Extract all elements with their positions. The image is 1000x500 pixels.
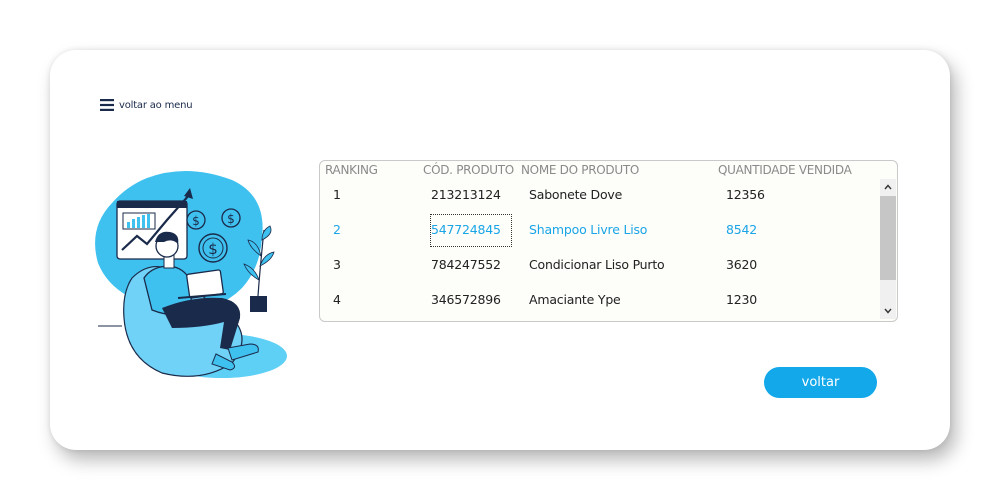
cell-codigo: 547724845	[431, 222, 501, 237]
column-header-quantidade: QUANTIDADE VENDIDA	[718, 163, 852, 177]
cell-ranking: 2	[333, 222, 341, 237]
dollar-coin-icon: $	[221, 208, 241, 228]
cell-nome: Amaciante Ype	[529, 292, 621, 307]
cell-ranking: 4	[333, 292, 341, 307]
cell-nome: Sabonete Dove	[529, 187, 623, 202]
cell-quantidade: 12356	[726, 187, 765, 202]
dollar-coin-icon: $	[198, 233, 228, 263]
vertical-scrollbar[interactable]	[880, 179, 896, 319]
back-to-menu-link[interactable]: voltar ao menu	[100, 99, 193, 111]
mini-bar-5	[147, 214, 150, 228]
chart-board-header	[117, 201, 187, 208]
mini-bar-4	[142, 215, 145, 228]
column-header-codigo: CÓD. PRODUTO	[423, 163, 514, 177]
cell-quantidade: 3620	[726, 257, 758, 272]
back-button[interactable]: voltar	[764, 367, 877, 398]
cell-codigo: 213213124	[431, 187, 501, 202]
table-header: RANKING CÓD. PRODUTO NOME DO PRODUTO QUA…	[320, 161, 897, 179]
table-row[interactable]: 1 213213124 Sabonete Dove 12356	[320, 178, 880, 213]
mini-bar-3	[137, 217, 140, 228]
table-row-selected[interactable]: 2 547724845 Shampoo Livre Liso 8542	[320, 213, 880, 248]
mini-bar-1	[127, 222, 130, 228]
chevron-down-icon	[884, 308, 892, 314]
cell-codigo: 346572896	[431, 292, 501, 307]
table-row[interactable]: 4 346572896 Amaciante Ype 1230	[320, 283, 880, 318]
chevron-up-icon	[884, 184, 892, 190]
ranking-table: RANKING CÓD. PRODUTO NOME DO PRODUTO QUA…	[319, 160, 898, 322]
cell-quantidade: 8542	[726, 222, 758, 237]
mini-bar-2	[132, 219, 135, 228]
cell-nome: Shampoo Livre Liso	[529, 222, 648, 237]
scroll-up-button[interactable]	[880, 179, 896, 195]
hamburger-menu-icon	[100, 99, 114, 111]
cell-nome: Condicionar Liso Purto	[529, 257, 665, 272]
cell-codigo: 784247552	[431, 257, 501, 272]
scroll-down-button[interactable]	[880, 303, 896, 319]
cell-ranking: 3	[333, 257, 341, 272]
svg-text:$: $	[192, 214, 200, 228]
cell-quantidade: 1230	[726, 292, 758, 307]
svg-text:$: $	[227, 212, 235, 226]
table-row[interactable]: 3 784247552 Condicionar Liso Purto 3620	[320, 248, 880, 283]
column-header-nome: NOME DO PRODUTO	[521, 163, 639, 177]
back-to-menu-label: voltar ao menu	[119, 99, 193, 111]
sales-illustration: $ $ $	[95, 170, 287, 378]
scrollbar-thumb[interactable]	[880, 196, 896, 280]
cell-ranking: 1	[333, 187, 341, 202]
dollar-coin-icon: $	[186, 210, 206, 230]
svg-text:$: $	[208, 240, 218, 258]
column-header-ranking: RANKING	[325, 163, 378, 177]
